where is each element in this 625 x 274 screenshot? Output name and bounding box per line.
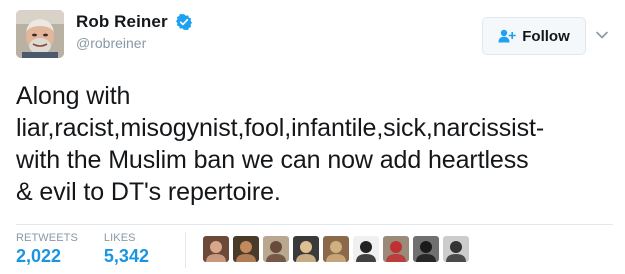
liker-avatar-7[interactable]	[383, 236, 409, 262]
retweets-label: RETWEETS	[16, 232, 78, 244]
add-user-icon	[498, 29, 516, 43]
tweet-stats: RETWEETS 2,022 LIKES 5,342	[16, 232, 175, 267]
liker-avatar-4[interactable]	[293, 236, 319, 262]
liker-avatar-5[interactable]	[323, 236, 349, 262]
likes-stat[interactable]: LIKES 5,342	[104, 232, 149, 267]
verified-badge-icon	[175, 13, 193, 31]
liker-avatar-9[interactable]	[443, 236, 469, 262]
tweet-card: Rob Reiner @robreiner Follow Along with …	[0, 0, 625, 274]
retweets-count[interactable]: 2,022	[16, 246, 78, 267]
user-info: Rob Reiner @robreiner	[76, 12, 193, 51]
likes-label: LIKES	[103, 232, 136, 244]
liker-avatar-1[interactable]	[203, 236, 229, 262]
tweet-text: Along with liar,racist,misogynist,fool,i…	[16, 82, 545, 206]
follow-button[interactable]: Follow	[482, 17, 586, 55]
retweets-stat[interactable]: RETWEETS 2,022	[16, 232, 78, 267]
chevron-down-icon[interactable]	[595, 28, 609, 42]
profile-photo-icon	[16, 10, 64, 58]
user-handle[interactable]: @robreiner	[76, 35, 193, 51]
profile-avatar[interactable]	[16, 10, 64, 58]
liker-avatar-3[interactable]	[263, 236, 289, 262]
liker-avatars	[203, 236, 473, 262]
liker-avatar-6[interactable]	[353, 236, 379, 262]
follow-button-label: Follow	[522, 27, 570, 45]
display-name[interactable]: Rob Reiner	[76, 12, 168, 32]
liker-avatar-2[interactable]	[233, 236, 259, 262]
stats-separator	[185, 232, 186, 268]
liker-avatar-8[interactable]	[413, 236, 439, 262]
divider	[16, 224, 613, 225]
likes-count[interactable]: 5,342	[104, 246, 149, 267]
